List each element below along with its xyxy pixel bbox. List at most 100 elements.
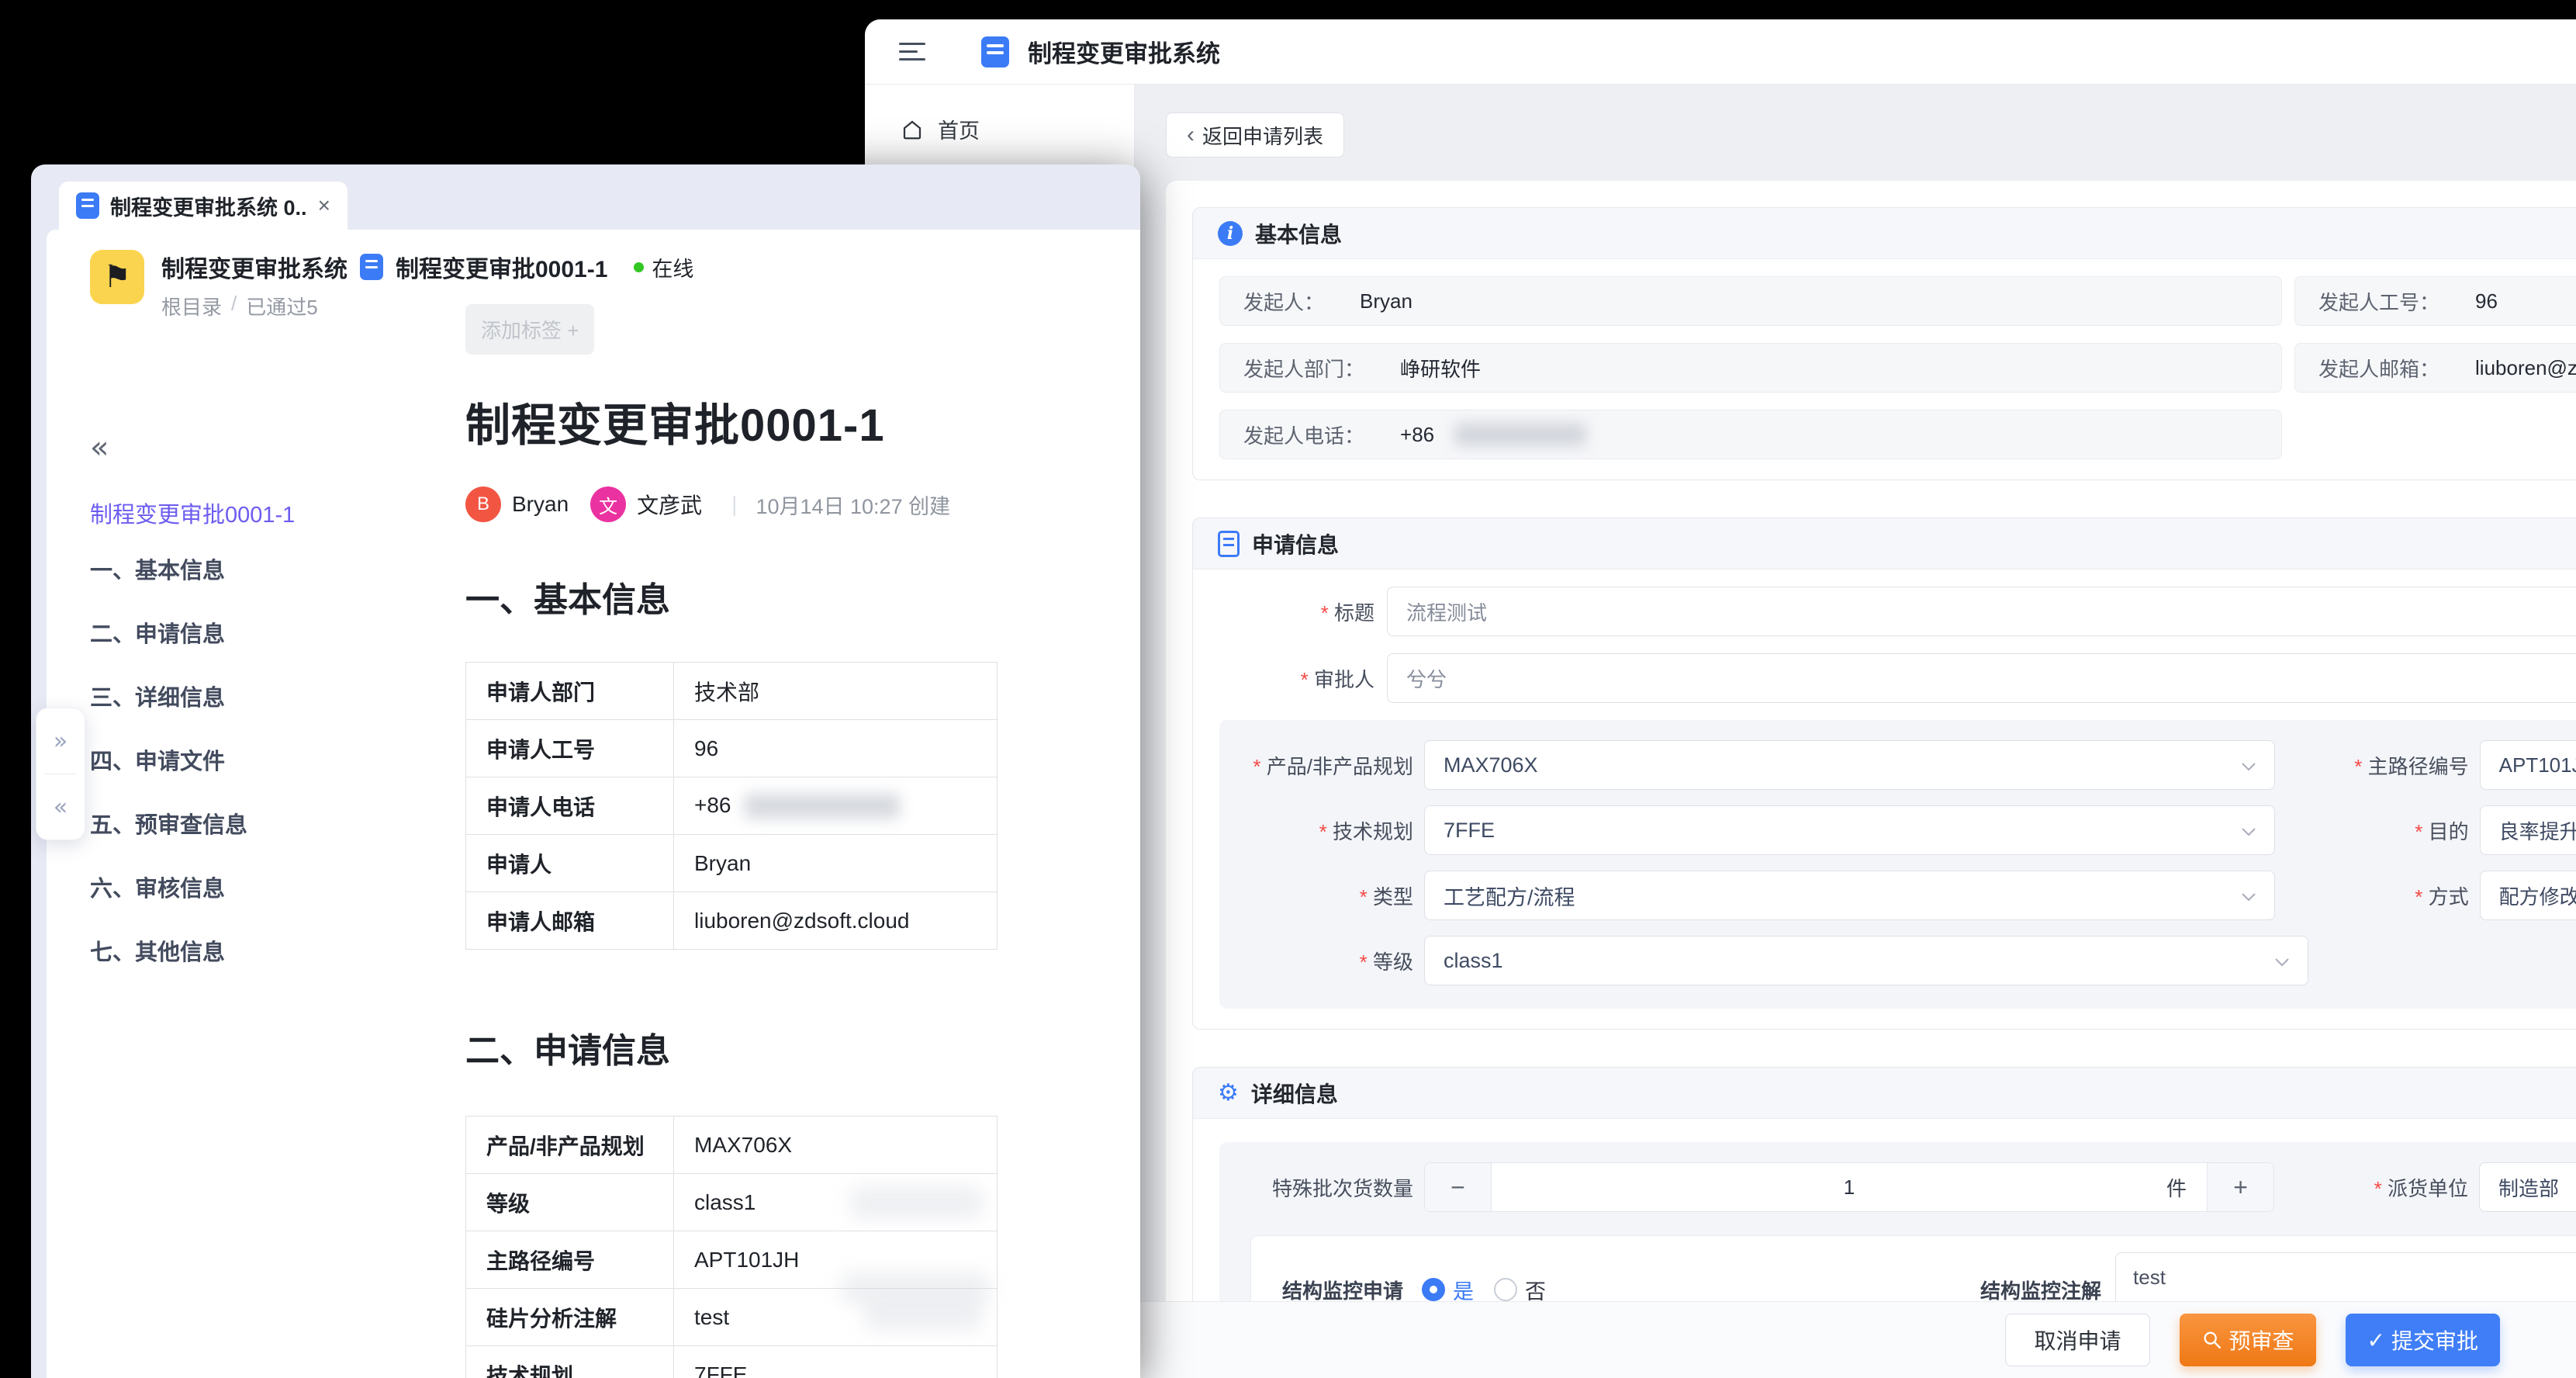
action-bar: 取消申请 预审查 ✓ 提交审批	[1135, 1301, 2576, 1378]
quantity-stepper: − 1 件 +	[1424, 1162, 2275, 1212]
redacted-area	[851, 1186, 983, 1219]
apply-info-header: 申请信息	[1193, 518, 2576, 570]
stepper-plus-button[interactable]: +	[2207, 1163, 2274, 1211]
outline-item-7[interactable]: 七、其他信息	[90, 932, 439, 975]
flag-icon: ⚑	[90, 250, 144, 304]
collapse-panel-button[interactable]: «	[36, 774, 85, 840]
detail-info-title: 详细信息	[1250, 1082, 1338, 1106]
tech-plan-label: 技术规划	[1250, 816, 1413, 845]
dispatch-unit-input[interactable]: 制造部	[2479, 1162, 2576, 1212]
outline-active-item[interactable]: 制程变更审批0001-1	[90, 497, 439, 529]
basic-info-body: 发起人： Bryan 发起人工号： 96 发起人部门： 峥研软件 发起人邮箱： …	[1193, 259, 2576, 480]
cancel-request-button[interactable]: 取消申请	[2005, 1314, 2150, 1366]
outline-item-2[interactable]: 二、申请信息	[90, 614, 439, 656]
document-page: 添加标签 + 制程变更审批0001-1 B Bryan 文 文彦武 | 10月1…	[465, 304, 1008, 1378]
sidebar-item-home[interactable]: 首页	[865, 114, 1134, 144]
breadcrumb-current[interactable]: 已通过5	[246, 292, 317, 320]
outline-item-5[interactable]: 五、预审查信息	[90, 805, 439, 847]
document-icon	[1218, 530, 1240, 557]
document-name[interactable]: 制程变更审批0001-1	[396, 250, 607, 284]
outline-item-4[interactable]: 四、申请文件	[90, 741, 439, 784]
back-to-list-button[interactable]: ‹ 返回申请列表	[1166, 113, 1345, 158]
stepper-minus-button[interactable]: −	[1425, 1163, 1492, 1211]
app-doc-icon	[981, 36, 1009, 68]
redacted-area	[865, 1300, 981, 1331]
outline-edge-toggle: » «	[36, 708, 85, 840]
author-name[interactable]: 文彦武	[637, 489, 702, 520]
table-row: 申请人 Bryan	[465, 834, 998, 892]
main-path-label: 主路径编号	[2303, 751, 2469, 780]
method-input[interactable]: 配方修改	[2479, 871, 2576, 920]
quantity-unit: 件	[2166, 1176, 2187, 1200]
field-initiator: 发起人： Bryan	[1219, 276, 2282, 326]
table-row: 产品/非产品规划 MAX706X	[465, 1116, 998, 1174]
quantity-input[interactable]: 1 件	[1492, 1163, 2207, 1211]
main-path-input[interactable]: APT101JH	[2479, 740, 2576, 790]
field-initiator-email: 发起人邮箱： liuboren@zdsoft.cloud	[2294, 343, 2576, 393]
table-row: 硅片分析注解 test	[465, 1288, 998, 1346]
basic-info-table: 申请人部门 技术部 申请人工号 96 申请人电话 +86 申请人 Bryan 申…	[465, 662, 998, 950]
online-status: 在线	[634, 252, 693, 282]
apply-subform: 产品/非产品规划 MAX706X 主路径编号 APT101JH 技	[1219, 720, 2576, 1009]
redacted-phone	[745, 794, 901, 819]
document-meta: B Bryan 文 文彦武 | 10月14日 10:27 创建	[465, 486, 1008, 522]
breadcrumb-separator: /	[231, 292, 237, 315]
workspace-title[interactable]: 制程变更审批系统	[161, 250, 348, 284]
close-icon[interactable]: ×	[318, 193, 330, 218]
precheck-button[interactable]: 预审查	[2179, 1314, 2316, 1366]
menu-icon[interactable]	[899, 43, 925, 61]
expand-panel-button[interactable]: »	[36, 708, 85, 774]
form-card: i 基本信息 发起人： Bryan 发起人工号： 96 发起人部门： 峥研软件 …	[1166, 181, 2576, 1378]
meta-divider: |	[731, 492, 738, 516]
status-badge: 在线	[652, 257, 694, 281]
outline-item-1[interactable]: 一、基本信息	[90, 550, 439, 593]
chevron-down-icon	[2241, 763, 2256, 771]
title-label: 标题	[1219, 597, 1374, 626]
table-row: 申请人工号 96	[465, 719, 998, 777]
online-dot-icon	[634, 261, 645, 272]
page-title: 制程变更审批0001-1	[465, 400, 885, 451]
breadcrumb-root[interactable]: 根目录	[161, 292, 222, 320]
monitor-label: 结构监控申请	[1282, 1279, 1404, 1303]
product-select[interactable]: MAX706X	[1424, 740, 2275, 790]
title-input[interactable]: 流程测试	[1387, 587, 2576, 636]
dispatch-unit-label: 派货单位	[2302, 1173, 2468, 1202]
tab-doc-icon	[76, 192, 99, 219]
tab-title: 制程变更审批系统 0...	[110, 196, 307, 220]
document-tab[interactable]: 制程变更审批系统 0... ×	[59, 182, 348, 230]
app-title: 制程变更审批系统	[1028, 40, 1220, 68]
desktop: 制程变更审批系统 首页 ‹ 返回申请列表 i 基本信息 发起人： Bryan 发…	[0, 0, 2576, 1378]
basic-info-panel: i 基本信息 发起人： Bryan 发起人工号： 96 发起人部门： 峥研软件 …	[1192, 207, 2576, 480]
chevron-left-icon: ‹	[1187, 122, 1195, 147]
apply-info-panel: 申请信息 标题 流程测试 审批人 兮兮	[1192, 518, 2576, 1030]
table-row: 申请人部门 技术部	[465, 662, 998, 720]
outline-item-3[interactable]: 三、详细信息	[90, 677, 439, 720]
field-spacer	[2294, 410, 2576, 459]
approver-input[interactable]: 兮兮	[1387, 653, 2576, 703]
field-initiator-phone: 发起人电话： +86	[1219, 410, 2282, 459]
basic-info-title: 基本信息	[1255, 222, 1343, 247]
add-tag-button[interactable]: 添加标签 +	[465, 304, 595, 355]
outline-item-6[interactable]: 六、审核信息	[90, 868, 439, 911]
approver-label: 审批人	[1219, 664, 1374, 693]
author-name[interactable]: Bryan	[512, 492, 569, 517]
table-row: 技术规划 7FFE	[465, 1345, 998, 1378]
purpose-input[interactable]: 良率提升	[2479, 805, 2576, 855]
submit-approval-button[interactable]: ✓ 提交审批	[2345, 1314, 2500, 1366]
document-outline: « 制程变更审批0001-1 一、基本信息 二、申请信息 三、详细信息 四、申请…	[90, 430, 439, 975]
table-row: 主路径编号 APT101JH	[465, 1231, 998, 1304]
home-icon	[903, 120, 921, 139]
qty-label: 特殊批次货数量	[1271, 1176, 1413, 1200]
section-heading-apply: 二、申请信息	[465, 1032, 670, 1070]
radio-no[interactable]: 否	[1494, 1275, 1546, 1305]
type-select[interactable]: 工艺配方/流程	[1424, 871, 2275, 920]
created-timestamp: 10月14日 10:27 创建	[756, 494, 951, 518]
grade-label: 等级	[1250, 947, 1413, 975]
tech-plan-select[interactable]: 7FFE	[1424, 805, 2275, 855]
table-row: 等级 class1	[465, 1173, 998, 1231]
redacted-phone	[1454, 423, 1587, 446]
grade-select[interactable]: class1	[1424, 936, 2308, 985]
radio-yes[interactable]: 是	[1422, 1275, 1474, 1305]
collapse-outline-icon[interactable]: «	[90, 430, 109, 466]
product-label: 产品/非产品规划	[1250, 751, 1413, 780]
